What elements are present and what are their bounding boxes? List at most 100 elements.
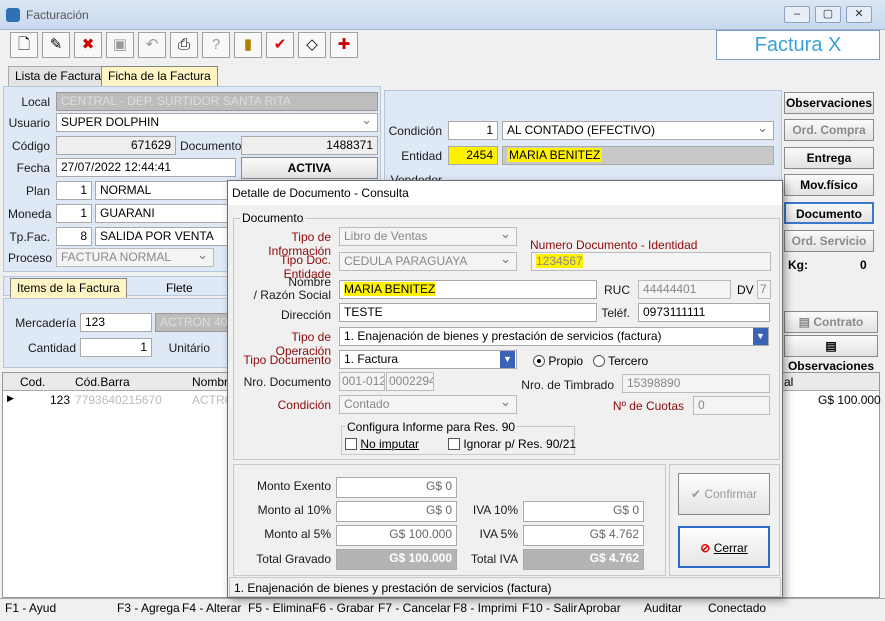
tab-flete[interactable]: Flete xyxy=(166,281,193,295)
monto-exento-field[interactable]: G$ 0 xyxy=(336,477,457,498)
ruc-label: RUC xyxy=(604,283,630,297)
moneda-code[interactable]: 1 xyxy=(56,204,92,223)
mercaderia-desc[interactable]: ACTRON 400MG xyxy=(155,313,229,332)
status-f8[interactable]: F8 - Imprimi xyxy=(453,601,517,615)
iva10-field[interactable]: G$ 0 xyxy=(523,501,644,522)
mov-fisico-button[interactable]: Mov.físico xyxy=(784,174,874,196)
col-cod[interactable]: Cod. xyxy=(20,375,45,389)
monto5-field[interactable]: G$ 100.000 xyxy=(336,525,457,546)
close-button[interactable]: ✕ xyxy=(846,6,872,23)
col-cod-barra[interactable]: Cód.Barra xyxy=(75,375,130,389)
tercero-label: Tercero xyxy=(608,354,649,368)
status-f3[interactable]: F3 - Agrega xyxy=(117,601,180,615)
item-panel xyxy=(3,298,229,368)
proceso-select[interactable]: FACTURA NORMAL xyxy=(56,248,214,267)
nro-doc-num[interactable]: 0002294 xyxy=(386,372,434,391)
save-icon[interactable]: ▣ xyxy=(106,32,134,58)
mercaderia-code[interactable]: 123 xyxy=(80,313,152,332)
status-f7[interactable]: F7 - Cancelar xyxy=(378,601,451,615)
moneda-field[interactable]: GUARANI xyxy=(95,204,235,223)
print-icon[interactable]: ⎙ xyxy=(170,32,198,58)
plan-code[interactable]: 1 xyxy=(56,181,92,200)
ignorar-checkbox[interactable] xyxy=(448,438,460,450)
observaciones-item-button[interactable]: ▤ Observaciones xyxy=(784,335,878,373)
approve-icon[interactable]: ✔ xyxy=(266,32,294,58)
tercero-radio[interactable] xyxy=(593,355,605,367)
tipo-info-select[interactable]: Libro de Ventas xyxy=(339,227,517,246)
tab-ficha-factura[interactable]: Ficha de la Factura xyxy=(101,66,218,86)
tipo-documento-dropdown-icon[interactable]: ▼ xyxy=(500,351,515,368)
num-doc-field[interactable]: 1234567 xyxy=(531,252,771,271)
tipo-doc-select[interactable]: CEDULA PARAGUAYA xyxy=(339,252,517,271)
cantidad-field[interactable]: 1 xyxy=(80,338,152,357)
no-imputar-wrap[interactable]: No imputar xyxy=(345,437,419,451)
tab-lista-facturas[interactable]: Lista de Facturas xyxy=(8,66,115,86)
row-cod[interactable]: 123 xyxy=(20,393,70,407)
nombre-field[interactable]: MARIA BENITEZ xyxy=(339,280,597,299)
cerrar-button[interactable]: ⊘ Cerrar xyxy=(678,526,770,568)
nro-doc-serie[interactable]: 001-012 xyxy=(339,372,385,391)
confirmar-button[interactable]: ✔ Confirmar xyxy=(678,473,770,515)
entidad-code[interactable]: 2454 xyxy=(448,146,498,165)
contrato-button[interactable]: ▤ Contrato xyxy=(784,311,878,333)
tab-items-factura[interactable]: Items de la Factura xyxy=(10,278,127,298)
tipo-op-select[interactable]: 1. Enajenación de bienes y prestación de… xyxy=(339,327,769,346)
help-icon[interactable]: ? xyxy=(202,32,230,58)
status-f6[interactable]: F6 - Grabar xyxy=(312,601,374,615)
condicion-select[interactable]: AL CONTADO (EFECTIVO) xyxy=(502,121,774,140)
cerrar-label: Cerrar xyxy=(713,541,748,555)
edit-icon[interactable]: ✎ xyxy=(42,32,70,58)
propio-radio-wrap[interactable]: Propio xyxy=(533,354,583,368)
documento-field[interactable]: 1488371 xyxy=(241,136,378,155)
propio-radio[interactable] xyxy=(533,355,545,367)
entidad-label: Entidad xyxy=(401,149,442,163)
usuario-select[interactable]: SUPER DOLPHIN xyxy=(56,113,378,132)
check-icon: ✔ xyxy=(690,487,705,501)
fecha-field[interactable]: 27/07/2022 12:44:41 xyxy=(56,158,236,177)
condicion-code[interactable]: 1 xyxy=(448,121,498,140)
row-barra[interactable]: 7793640215670 xyxy=(75,393,162,407)
ord-servicio-button[interactable]: Ord. Servicio xyxy=(784,230,874,252)
toolbox-icon[interactable]: ✚ xyxy=(330,32,358,58)
entrega-button[interactable]: Entrega xyxy=(784,147,874,169)
undo-icon[interactable]: ↶ xyxy=(138,32,166,58)
entidad-field[interactable]: MARIA BENITEZ xyxy=(502,146,774,165)
ruc-field[interactable]: 44444401 xyxy=(638,280,731,299)
status-f1[interactable]: F1 - Ayud xyxy=(5,601,56,615)
ord-compra-button[interactable]: Ord. Compra xyxy=(784,119,874,141)
maximize-button[interactable]: ▢ xyxy=(815,6,841,23)
monto10-field[interactable]: G$ 0 xyxy=(336,501,457,522)
telef-field[interactable]: 0973111111 xyxy=(638,303,770,322)
new-icon[interactable]: 🗋 xyxy=(10,32,38,58)
cuotas-field[interactable]: 0 xyxy=(693,396,770,415)
timbrado-field[interactable]: 15398890 xyxy=(622,374,770,393)
col-total[interactable]: al xyxy=(784,375,793,389)
tpfac-field[interactable]: SALIDA POR VENTA xyxy=(95,227,235,246)
row-total[interactable]: G$ 100.000 xyxy=(818,393,881,407)
status-aprobar[interactable]: Aprobar xyxy=(578,601,621,615)
no-imputar-checkbox[interactable] xyxy=(345,438,357,450)
eraser-icon[interactable]: ◇ xyxy=(298,32,326,58)
codigo-field[interactable]: 671629 xyxy=(56,136,176,155)
local-field[interactable]: CENTRAL - DEP. SURTIDOR SANTA RITA xyxy=(56,92,378,111)
total-iva-field: G$ 4.762 xyxy=(523,549,644,570)
documento-button[interactable]: Documento xyxy=(784,202,874,224)
minimize-button[interactable]: – xyxy=(784,6,810,23)
plan-field[interactable]: NORMAL xyxy=(95,181,235,200)
tipo-op-dropdown-icon[interactable]: ▼ xyxy=(753,328,768,345)
status-f4[interactable]: F4 - Alterar xyxy=(182,601,241,615)
exit-icon[interactable]: ▮ xyxy=(234,32,262,58)
direccion-field[interactable]: TESTE xyxy=(339,303,597,322)
status-f5[interactable]: F5 - Elimina xyxy=(248,601,312,615)
unitario-label: Unitário xyxy=(168,341,210,355)
status-f10[interactable]: F10 - Salir xyxy=(522,601,577,615)
delete-icon[interactable]: ✖ xyxy=(74,32,102,58)
tpfac-code[interactable]: 8 xyxy=(56,227,92,246)
ignorar-wrap[interactable]: Ignorar p/ Res. 90/21 xyxy=(448,437,576,451)
observaciones-button[interactable]: Observaciones xyxy=(784,92,874,114)
condicion-dlg-select[interactable]: Contado xyxy=(339,395,517,414)
tipo-documento-select[interactable]: 1. Factura xyxy=(339,350,517,369)
tercero-radio-wrap[interactable]: Tercero xyxy=(593,354,648,368)
iva5-field[interactable]: G$ 4.762 xyxy=(523,525,644,546)
dv-field[interactable]: 7 xyxy=(757,280,771,299)
